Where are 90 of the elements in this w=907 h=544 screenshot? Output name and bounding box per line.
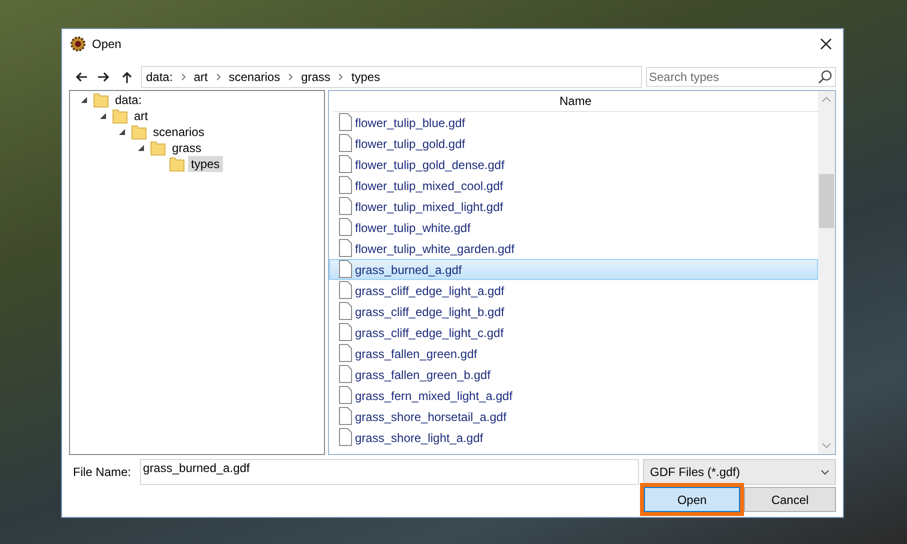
chevron-icon	[180, 72, 186, 80]
file-row[interactable]: flower_tulip_mixed_cool.gdf	[329, 175, 818, 196]
cancel-button[interactable]: Cancel	[744, 487, 836, 512]
file-row[interactable]: flower_tulip_gold_dense.gdf	[329, 154, 818, 175]
file-icon	[338, 176, 353, 195]
address-bar[interactable]: data: art scenarios grass types	[141, 66, 642, 88]
scrollbar[interactable]	[818, 91, 835, 454]
tree-item[interactable]: data:	[112, 92, 145, 108]
file-row[interactable]: grass_burned_a.gdf	[329, 259, 818, 280]
file-row[interactable]: flower_tulip_white.gdf	[329, 217, 818, 238]
file-name: flower_tulip_mixed_cool.gdf	[355, 178, 504, 192]
breadcrumb-item[interactable]: data:	[144, 70, 175, 84]
folder-icon	[112, 108, 128, 124]
file-icon	[338, 407, 353, 426]
tree-item[interactable]: art	[131, 108, 152, 124]
file-row[interactable]: grass_cliff_edge_light_a.gdf	[329, 280, 818, 301]
file-row[interactable]: grass_fern_mixed_light_a.gdf	[329, 385, 818, 406]
breadcrumb-item[interactable]: scenarios	[226, 70, 282, 84]
file-name: grass_cliff_edge_light_a.gdf	[355, 284, 504, 298]
file-row[interactable]: flower_tulip_blue.gdf	[329, 112, 818, 133]
breadcrumb-item[interactable]: art	[192, 70, 210, 84]
file-icon	[338, 428, 353, 447]
file-icon	[338, 386, 353, 405]
column-header[interactable]: Name	[559, 94, 592, 108]
expand-arrow-icon[interactable]	[80, 96, 88, 104]
tree-item[interactable]: types	[188, 156, 223, 172]
tree-item[interactable]: scenarios	[150, 124, 208, 140]
field-label: File Name:	[72, 465, 132, 479]
file-icon	[338, 218, 353, 237]
file-type-dropdown[interactable]: GDF Files (*.gdf)	[643, 459, 836, 485]
file-icon	[338, 134, 353, 153]
file-row[interactable]: flower_tulip_mixed_light.gdf	[329, 196, 818, 217]
file-name: grass_cliff_edge_light_b.gdf	[355, 304, 504, 318]
chevron-icon	[288, 72, 294, 80]
file-icon	[338, 365, 353, 384]
close-icon	[820, 38, 832, 50]
file-row[interactable]: grass_fallen_green_b.gdf	[329, 364, 818, 385]
file-icon	[338, 323, 353, 342]
file-row[interactable]: grass_cliff_edge_light_b.gdf	[329, 301, 818, 322]
back-arrow-icon	[74, 70, 86, 82]
file-row[interactable]: grass_fallen_green.gdf	[329, 343, 818, 364]
folder-icon	[150, 140, 166, 156]
file-icon	[338, 239, 353, 258]
file-name: grass_shore_light_a.gdf	[355, 430, 484, 444]
app-icon	[70, 36, 86, 52]
file-name: grass_shore_horsetail_a.gdf	[355, 410, 506, 424]
file-icon	[338, 344, 353, 363]
window-title: Open	[92, 37, 122, 51]
tree-item[interactable]: grass	[169, 140, 204, 156]
file-name: grass_fern_mixed_light_a.gdf	[355, 388, 512, 402]
file-row[interactable]: grass_cliff_edge_light_c.gdf	[329, 322, 818, 343]
file-name: flower_tulip_gold_dense.gdf	[355, 158, 504, 172]
file-icon	[338, 281, 353, 300]
file-name: flower_tulip_white.gdf	[355, 220, 470, 234]
forward-arrow-icon	[98, 70, 110, 82]
folder-icon	[131, 124, 147, 140]
file-row[interactable]: grass_shore_horsetail_a.gdf	[329, 406, 818, 427]
breadcrumb-item[interactable]: types	[349, 70, 382, 84]
scroll-down-icon	[822, 443, 831, 448]
file-name: flower_tulip_white_garden.gdf	[355, 242, 514, 256]
expand-arrow-icon[interactable]	[118, 128, 126, 136]
file-name: grass_burned_a.gdf	[355, 262, 462, 276]
file-icon	[338, 113, 353, 132]
file-row[interactable]: flower_tulip_gold.gdf	[329, 133, 818, 154]
breadcrumb-item[interactable]: grass	[299, 70, 332, 84]
file-name: grass_cliff_edge_light_c.gdf	[355, 326, 504, 340]
file-name: grass_fallen_green_b.gdf	[355, 368, 490, 382]
folder-icon	[93, 92, 109, 108]
expand-arrow-icon[interactable]	[137, 144, 145, 152]
scroll-up-icon	[822, 97, 831, 102]
file-name: flower_tulip_mixed_light.gdf	[355, 200, 504, 214]
file-icon	[338, 260, 353, 279]
file-row[interactable]: grass_shore_light_a.gdf	[329, 427, 818, 448]
file-name-field[interactable]: grass_burned_a.gdf	[140, 459, 639, 485]
up-arrow-icon	[120, 70, 132, 82]
dropdown-caret-icon	[821, 470, 829, 474]
file-icon	[338, 155, 353, 174]
file-name: flower_tulip_blue.gdf	[355, 116, 466, 130]
file-name: flower_tulip_gold.gdf	[355, 136, 466, 150]
open-button[interactable]: Open	[644, 487, 740, 512]
file-icon	[338, 197, 353, 216]
file-name: grass_fallen_green.gdf	[355, 346, 478, 360]
search-field[interactable]: Search types	[646, 66, 836, 86]
expand-arrow-icon[interactable]	[99, 112, 107, 120]
chevron-icon	[216, 72, 221, 80]
folder-icon	[169, 156, 185, 172]
scroll-thumb[interactable]	[819, 174, 834, 228]
file-row[interactable]: flower_tulip_white_garden.gdf	[329, 238, 818, 259]
file-icon	[338, 302, 353, 321]
chevron-icon	[338, 72, 344, 80]
